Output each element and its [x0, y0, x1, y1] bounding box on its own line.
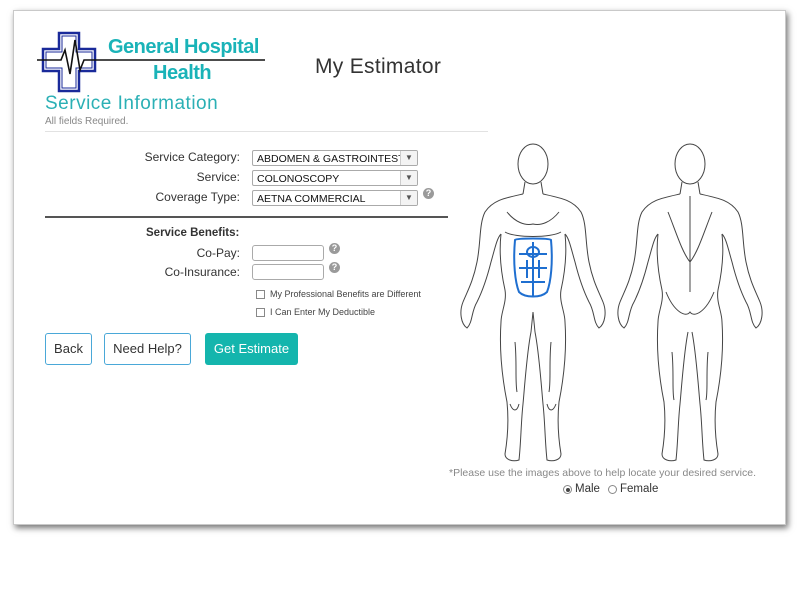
body-image-note: *Please use the images above to help loc…	[449, 467, 757, 479]
copay-label: Co-Pay:	[196, 246, 240, 260]
section-title: Service Information	[45, 93, 219, 114]
back-button[interactable]: Back	[45, 333, 92, 365]
chevron-down-icon: ▼	[400, 191, 417, 205]
coinsurance-label: Co-Insurance:	[164, 265, 240, 279]
coinsurance-input[interactable]	[252, 264, 324, 280]
professional-benefits-label: My Professional Benefits are Different	[270, 289, 421, 299]
coverage-type-select[interactable]: AETNA COMMERCIAL ▼	[252, 190, 418, 206]
male-label: Male	[575, 483, 600, 495]
brand-name-line1: General Hospital	[108, 36, 259, 58]
need-help-button[interactable]: Need Help?	[104, 333, 191, 365]
female-radio[interactable]	[608, 485, 617, 494]
service-select[interactable]: COLONOSCOPY ▼	[252, 170, 418, 186]
coverage-help-icon[interactable]: ?	[423, 188, 434, 199]
service-category-value: ABDOMEN & GASTROINTEST	[257, 153, 405, 165]
enter-deductible-label: I Can Enter My Deductible	[270, 307, 376, 317]
body-front-figure[interactable]	[455, 142, 611, 467]
coverage-type-label: Coverage Type:	[155, 190, 241, 204]
service-benefits-heading: Service Benefits:	[146, 227, 240, 239]
chevron-down-icon: ▼	[400, 171, 417, 185]
get-estimate-button[interactable]: Get Estimate	[205, 333, 298, 365]
brand-name-line2: Health	[153, 62, 212, 84]
service-label: Service:	[196, 170, 240, 184]
copay-help-icon[interactable]: ?	[329, 243, 340, 254]
form-divider	[45, 216, 448, 218]
abdomen-highlight[interactable]	[513, 237, 553, 298]
male-radio[interactable]	[563, 485, 572, 494]
chevron-down-icon: ▼	[400, 151, 417, 165]
service-category-select[interactable]: ABDOMEN & GASTROINTEST ▼	[252, 150, 418, 166]
enter-deductible-checkbox[interactable]	[256, 308, 265, 317]
professional-benefits-checkbox[interactable]	[256, 290, 265, 299]
coverage-type-value: AETNA COMMERCIAL	[257, 193, 366, 205]
section-subtitle: All fields Required.	[45, 116, 129, 127]
section-divider	[45, 131, 488, 132]
page-title: My Estimator	[315, 55, 442, 78]
service-category-label: Service Category:	[144, 150, 240, 164]
female-label: Female	[620, 483, 659, 495]
copay-input[interactable]	[252, 245, 324, 261]
service-value: COLONOSCOPY	[257, 173, 340, 185]
body-back-figure[interactable]	[612, 142, 768, 467]
coinsurance-help-icon[interactable]: ?	[329, 262, 340, 273]
